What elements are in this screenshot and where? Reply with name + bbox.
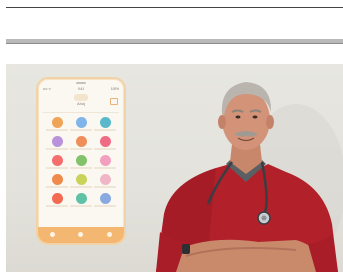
header-divider — [43, 112, 119, 113]
app-tile — [45, 174, 69, 188]
tab-item — [42, 232, 62, 238]
app-tile-icon — [75, 155, 87, 166]
app-tile — [69, 136, 93, 150]
app-tile-label — [46, 129, 68, 131]
app-tile — [69, 193, 93, 207]
app-tile-label — [70, 129, 92, 131]
phone-speaker — [76, 82, 86, 84]
app-tile — [69, 117, 93, 131]
app-tab-bar — [38, 227, 124, 243]
avatar — [74, 94, 88, 101]
app-tile — [45, 155, 69, 169]
app-tile-label — [94, 167, 116, 169]
app-tile-icon — [51, 136, 63, 147]
app-tile — [93, 193, 117, 207]
app-tile-icon — [75, 136, 87, 147]
app-tile-icon — [51, 174, 63, 185]
app-tile-label — [46, 205, 68, 207]
app-tile — [45, 117, 69, 131]
app-tile-label — [46, 148, 68, 150]
app-tile-label — [94, 186, 116, 188]
calendar-icon — [78, 232, 84, 237]
app-tile-label — [94, 205, 116, 207]
app-tile — [69, 174, 93, 188]
app-icon-grid — [45, 117, 117, 207]
app-tile-icon — [51, 193, 63, 204]
app-tile-label — [70, 205, 92, 207]
app-tile-icon — [99, 174, 111, 185]
app-tile — [93, 174, 117, 188]
app-tile-icon — [51, 117, 63, 128]
app-tile-label — [70, 148, 92, 150]
app-tile-icon — [99, 117, 111, 128]
phone-status-bar: •••• ᯤ 9:41 100% — [43, 86, 119, 91]
home-icon — [49, 232, 55, 237]
menu-icon — [110, 98, 118, 105]
app-tile — [93, 136, 117, 150]
smartphone: •••• ᯤ 9:41 100% Ahoj — [36, 77, 126, 245]
app-tile-label — [70, 167, 92, 169]
app-tile-icon — [75, 174, 87, 185]
app-tile-icon — [99, 193, 111, 204]
tab-item — [100, 232, 120, 238]
status-time: 9:41 — [77, 86, 85, 91]
app-tile-icon — [51, 155, 63, 166]
app-tile-label — [70, 186, 92, 188]
app-tile-label — [46, 186, 68, 188]
app-tile-icon — [75, 117, 87, 128]
app-tile-label — [46, 167, 68, 169]
separator-bar-edge — [6, 43, 343, 44]
app-tile-icon — [99, 155, 111, 166]
app-tile-label — [94, 129, 116, 131]
doctor-app-photo: •••• ᯤ 9:41 100% Ahoj — [6, 64, 343, 272]
profile-icon — [107, 232, 113, 237]
app-tile — [93, 155, 117, 169]
tab-item — [71, 232, 91, 238]
app-tile-icon — [75, 193, 87, 204]
app-tile-label — [94, 148, 116, 150]
doctor-figure — [156, 82, 343, 272]
app-tile — [45, 136, 69, 150]
app-tile — [93, 117, 117, 131]
battery-indicator: 100% — [110, 86, 119, 91]
signal-indicator: •••• ᯤ — [43, 86, 52, 91]
app-header: Ahoj — [38, 92, 124, 112]
app-tile-icon — [99, 136, 111, 147]
top-rule — [6, 7, 343, 8]
app-tile — [45, 193, 69, 207]
app-tile — [69, 155, 93, 169]
